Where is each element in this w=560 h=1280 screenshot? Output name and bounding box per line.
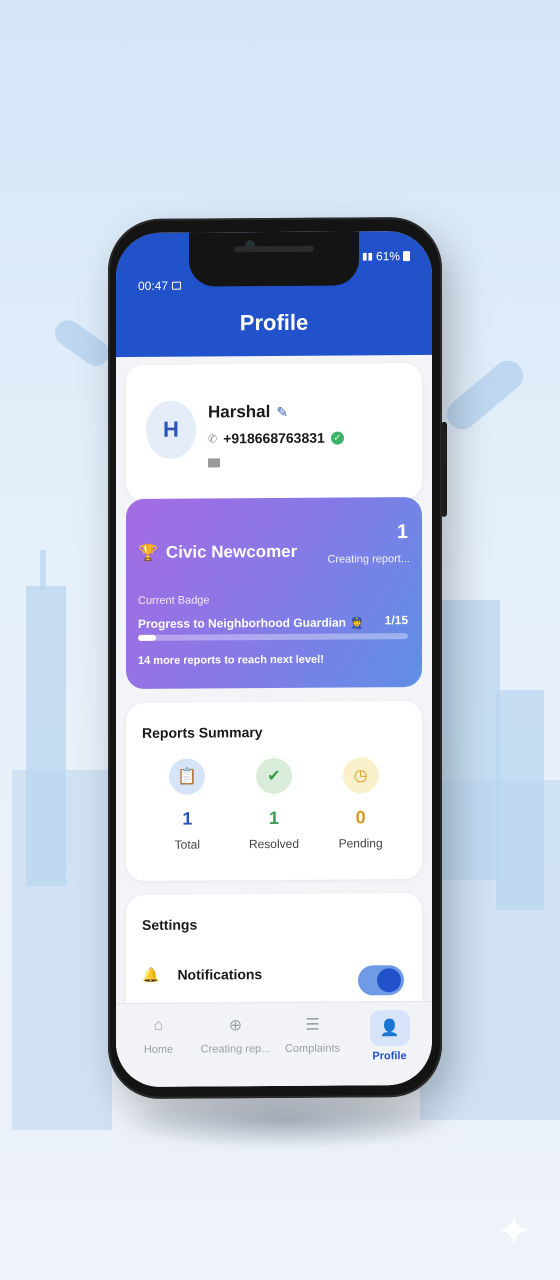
nav-label: Creating rep... — [200, 1043, 271, 1056]
stats-row: 📋 1 Total ✔ 1 Resolved ◷ 0 Pending — [126, 757, 422, 852]
bottom-nav: ⌂ Home ⊕ Creating rep... ☰ Complaints 👤 … — [116, 1000, 432, 1088]
stat-value: 1 — [182, 808, 193, 829]
notifications-toggle[interactable] — [358, 965, 404, 996]
list-icon: ☰ — [305, 1016, 320, 1034]
user-name: Harshal — [208, 402, 271, 422]
stat-label: Total — [174, 837, 200, 852]
next-level-note: 14 more reports to reach next level! — [138, 653, 324, 667]
person-icon: 👤 — [369, 1010, 410, 1047]
current-badge-label: Current Badge — [138, 594, 210, 607]
phone-icon: ✆ — [208, 432, 218, 445]
app-header: 00:47 ▮▮ 61% Profile — [116, 230, 432, 358]
stat-label: Resolved — [248, 836, 299, 852]
battery-icon — [403, 251, 410, 262]
front-camera — [245, 240, 255, 251]
clock-icon: ◷ — [342, 757, 379, 794]
nav-create-report[interactable]: ⊕ Creating rep... — [200, 1011, 272, 1087]
progress-bar — [138, 633, 408, 641]
nav-home[interactable]: ⌂ Home — [123, 1012, 195, 1088]
status-time: 00:47 — [138, 278, 169, 293]
phone-device: 00:47 ▮▮ 61% Profile H Harshal ✎ ✆ +9186… — [108, 216, 447, 1100]
progress-count: 1/15 — [384, 613, 408, 628]
battery-level: 61% — [375, 249, 400, 264]
stat-total[interactable]: 📋 1 Total — [147, 758, 227, 852]
sparkle-icon — [498, 1214, 530, 1246]
check-circle-icon: ✔ — [255, 757, 292, 795]
status-time-group: 00:47 — [138, 278, 182, 293]
signal-icon: ▮▮ — [361, 250, 373, 262]
home-icon: ⌂ — [153, 1016, 164, 1034]
badge-count: 1 — [396, 521, 408, 544]
toggle-knob — [377, 968, 401, 993]
user-name-row: Harshal ✎ — [208, 402, 288, 423]
nav-profile[interactable]: 👤 Profile — [354, 1010, 426, 1086]
side-button — [441, 421, 447, 517]
stat-value: 1 — [268, 807, 279, 829]
mail-icon — [208, 458, 220, 468]
phone-shadow — [120, 1090, 450, 1150]
status-indicators: ▮▮ 61% — [362, 249, 410, 263]
nav-label: Complaints — [284, 1042, 341, 1055]
trophy-icon: 🏆 — [138, 544, 158, 562]
badge-title-row: 🏆 Civic Newcomer — [138, 542, 297, 563]
phone-screen: 00:47 ▮▮ 61% Profile H Harshal ✎ ✆ +9186… — [116, 230, 432, 1088]
profile-card: H Harshal ✎ ✆ +918668763831 ✓ — [126, 362, 422, 502]
notifications-row[interactable]: 🔔 Notifications — [142, 953, 406, 996]
page-title: Profile — [239, 309, 309, 336]
reports-summary-card: Reports Summary 📋 1 Total ✔ 1 Resolved ◷… — [126, 700, 422, 882]
settings-title: Settings — [142, 916, 198, 933]
stat-pending[interactable]: ◷ 0 Pending — [321, 757, 401, 851]
progress-label: Progress to Neighborhood Guardian — [138, 615, 347, 631]
nav-complaints[interactable]: ☰ Complaints — [277, 1010, 349, 1086]
stat-resolved[interactable]: ✔ 1 Resolved — [234, 757, 314, 852]
phone-number: +918668763831 — [223, 429, 325, 447]
reports-summary-title: Reports Summary — [142, 724, 263, 741]
badge-title: Civic Newcomer — [165, 541, 298, 562]
clipboard-icon: 📋 — [169, 758, 206, 795]
stat-label: Pending — [338, 836, 383, 851]
notifications-label: Notifications — [177, 966, 263, 983]
stat-value: 0 — [355, 807, 366, 828]
plus-circle-icon: ⊕ — [228, 1017, 243, 1035]
nav-label: Profile — [372, 1050, 407, 1063]
status-bar: 00:47 ▮▮ 61% — [138, 249, 410, 299]
phone-row: ✆ +918668763831 ✓ — [208, 430, 344, 447]
badge-card: 🏆 Civic Newcomer 1 Creating report... Cu… — [126, 496, 422, 690]
gallery-icon — [172, 281, 182, 290]
nav-label: Home — [143, 1043, 174, 1056]
progress-fill — [138, 634, 157, 641]
bell-icon: 🔔 — [142, 966, 160, 983]
avatar[interactable]: H — [146, 400, 196, 459]
badge-subtitle: Creating report... — [327, 553, 410, 566]
progress-label-row: Progress to Neighborhood Guardian 👮 — [138, 615, 364, 631]
edit-icon[interactable]: ✎ — [276, 403, 288, 420]
verified-icon: ✓ — [330, 431, 344, 445]
guardian-icon: 👮 — [350, 616, 364, 629]
